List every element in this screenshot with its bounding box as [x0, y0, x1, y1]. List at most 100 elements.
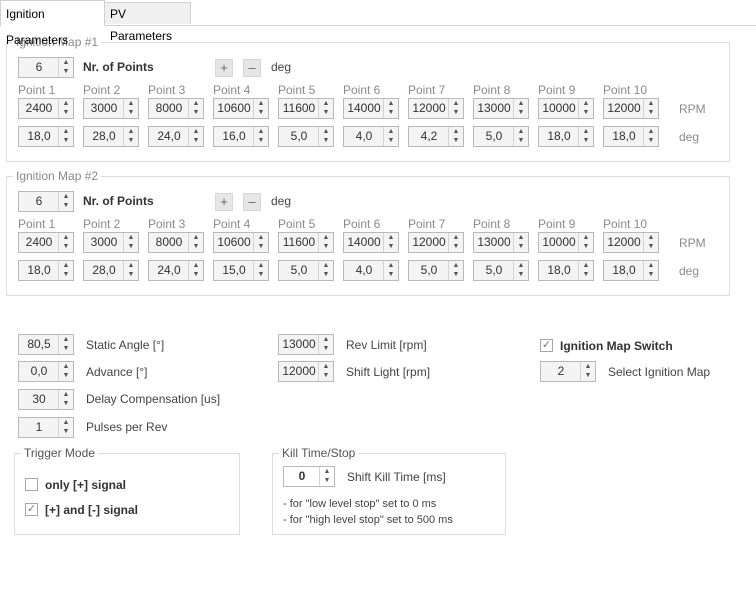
down-arrow-icon[interactable]: ▼: [319, 270, 333, 279]
map2-rpm-point-1-spinner[interactable]: 2400 ▲ ▼: [18, 232, 74, 253]
map1-deg-point-8-spinner[interactable]: 5,0 ▲ ▼: [473, 126, 529, 147]
ignition-map-switch-checkbox[interactable]: ✓: [540, 339, 553, 352]
down-arrow-icon[interactable]: ▼: [579, 270, 593, 279]
down-arrow-icon[interactable]: ▼: [449, 270, 463, 279]
map2-rpm-point-5-spinner[interactable]: 11600 ▲ ▼: [278, 232, 334, 253]
map1-deg-point-3-spinner[interactable]: 24,0 ▲ ▼: [148, 126, 204, 147]
map2-rpm-point-3-spinner-arrows[interactable]: ▲ ▼: [188, 233, 203, 252]
down-arrow-icon[interactable]: ▼: [59, 201, 73, 210]
down-arrow-icon[interactable]: ▼: [514, 108, 528, 117]
up-arrow-icon[interactable]: ▲: [124, 99, 138, 108]
up-arrow-icon[interactable]: ▲: [59, 58, 73, 67]
map1-deg-point-10-spinner-arrows[interactable]: ▲ ▼: [643, 127, 658, 146]
map2-rpm-point-8-spinner[interactable]: 13000 ▲ ▼: [473, 232, 529, 253]
map1-rpm-point-4-spinner-arrows[interactable]: ▲ ▼: [253, 99, 268, 118]
down-arrow-icon[interactable]: ▼: [644, 270, 658, 279]
map2-remove-point-button[interactable]: –: [243, 193, 261, 211]
static-angle-arrows[interactable]: ▲ ▼: [58, 335, 73, 354]
map1-deg-point-1-spinner-arrows[interactable]: ▲ ▼: [58, 127, 73, 146]
up-arrow-icon[interactable]: ▲: [514, 261, 528, 270]
up-arrow-icon[interactable]: ▲: [59, 390, 73, 399]
map1-deg-point-8-spinner-arrows[interactable]: ▲ ▼: [513, 127, 528, 146]
up-arrow-icon[interactable]: ▲: [449, 261, 463, 270]
down-arrow-icon[interactable]: ▼: [384, 136, 398, 145]
down-arrow-icon[interactable]: ▼: [449, 136, 463, 145]
up-arrow-icon[interactable]: ▲: [384, 99, 398, 108]
advance-arrows[interactable]: ▲ ▼: [58, 362, 73, 381]
map1-rpm-point-8-spinner[interactable]: 13000 ▲ ▼: [473, 98, 529, 119]
map1-remove-point-button[interactable]: –: [243, 59, 261, 77]
down-arrow-icon[interactable]: ▼: [254, 242, 268, 251]
map1-rpm-point-9-spinner-arrows[interactable]: ▲ ▼: [578, 99, 593, 118]
down-arrow-icon[interactable]: ▼: [124, 242, 138, 251]
up-arrow-icon[interactable]: ▲: [59, 127, 73, 136]
map2-deg-point-8-spinner[interactable]: 5,0 ▲ ▼: [473, 260, 529, 281]
static-angle-spinner[interactable]: 80,5 ▲ ▼: [18, 334, 74, 355]
map2-rpm-point-7-spinner-arrows[interactable]: ▲ ▼: [448, 233, 463, 252]
down-arrow-icon[interactable]: ▼: [59, 136, 73, 145]
map2-nr-of-points-spinner-arrows[interactable]: ▲ ▼: [58, 192, 73, 211]
map2-deg-point-6-spinner-arrows[interactable]: ▲ ▼: [383, 261, 398, 280]
down-arrow-icon[interactable]: ▼: [514, 136, 528, 145]
map1-deg-point-2-spinner[interactable]: 28,0 ▲ ▼: [83, 126, 139, 147]
map2-deg-point-3-spinner-arrows[interactable]: ▲ ▼: [188, 261, 203, 280]
up-arrow-icon[interactable]: ▲: [124, 233, 138, 242]
up-arrow-icon[interactable]: ▲: [384, 233, 398, 242]
map2-deg-point-2-spinner[interactable]: 28,0 ▲ ▼: [83, 260, 139, 281]
down-arrow-icon[interactable]: ▼: [59, 399, 73, 408]
map2-rpm-point-8-spinner-arrows[interactable]: ▲ ▼: [513, 233, 528, 252]
up-arrow-icon[interactable]: ▲: [59, 335, 73, 344]
down-arrow-icon[interactable]: ▼: [59, 371, 73, 380]
map1-deg-point-3-spinner-arrows[interactable]: ▲ ▼: [188, 127, 203, 146]
down-arrow-icon[interactable]: ▼: [59, 242, 73, 251]
up-arrow-icon[interactable]: ▲: [319, 362, 333, 371]
map2-rpm-point-6-spinner-arrows[interactable]: ▲ ▼: [383, 233, 398, 252]
shift-kill-time-spinner[interactable]: 0 ▲ ▼: [283, 466, 335, 487]
up-arrow-icon[interactable]: ▲: [579, 261, 593, 270]
map1-rpm-point-9-spinner[interactable]: 10000 ▲ ▼: [538, 98, 594, 119]
up-arrow-icon[interactable]: ▲: [59, 261, 73, 270]
map1-nr-of-points-spinner[interactable]: 6 ▲ ▼: [18, 57, 74, 78]
map1-rpm-point-10-spinner-arrows[interactable]: ▲ ▼: [643, 99, 658, 118]
pulses-per-rev-arrows[interactable]: ▲ ▼: [58, 418, 73, 437]
select-ignition-map-arrows[interactable]: ▲ ▼: [580, 362, 595, 381]
map2-rpm-point-5-spinner-arrows[interactable]: ▲ ▼: [318, 233, 333, 252]
down-arrow-icon[interactable]: ▼: [189, 136, 203, 145]
down-arrow-icon[interactable]: ▼: [254, 108, 268, 117]
map1-add-point-button[interactable]: +: [215, 59, 233, 77]
up-arrow-icon[interactable]: ▲: [514, 99, 528, 108]
down-arrow-icon[interactable]: ▼: [124, 136, 138, 145]
rev-limit-arrows[interactable]: ▲ ▼: [318, 335, 333, 354]
up-arrow-icon[interactable]: ▲: [449, 233, 463, 242]
map2-deg-point-2-spinner-arrows[interactable]: ▲ ▼: [123, 261, 138, 280]
up-arrow-icon[interactable]: ▲: [189, 261, 203, 270]
down-arrow-icon[interactable]: ▼: [319, 344, 333, 353]
map1-rpm-point-5-spinner-arrows[interactable]: ▲ ▼: [318, 99, 333, 118]
shift-kill-time-arrows[interactable]: ▲ ▼: [319, 467, 334, 486]
shift-light-arrows[interactable]: ▲ ▼: [318, 362, 333, 381]
down-arrow-icon[interactable]: ▼: [189, 108, 203, 117]
up-arrow-icon[interactable]: ▲: [189, 99, 203, 108]
down-arrow-icon[interactable]: ▼: [579, 242, 593, 251]
map1-deg-point-6-spinner-arrows[interactable]: ▲ ▼: [383, 127, 398, 146]
down-arrow-icon[interactable]: ▼: [59, 427, 73, 436]
down-arrow-icon[interactable]: ▼: [384, 242, 398, 251]
map2-deg-point-9-spinner[interactable]: 18,0 ▲ ▼: [538, 260, 594, 281]
down-arrow-icon[interactable]: ▼: [579, 136, 593, 145]
map2-deg-point-4-spinner-arrows[interactable]: ▲ ▼: [253, 261, 268, 280]
up-arrow-icon[interactable]: ▲: [59, 192, 73, 201]
down-arrow-icon[interactable]: ▼: [644, 242, 658, 251]
up-arrow-icon[interactable]: ▲: [644, 233, 658, 242]
down-arrow-icon[interactable]: ▼: [319, 371, 333, 380]
map2-rpm-point-4-spinner-arrows[interactable]: ▲ ▼: [253, 233, 268, 252]
map1-rpm-point-2-spinner[interactable]: 3000 ▲ ▼: [83, 98, 139, 119]
map1-deg-point-9-spinner[interactable]: 18,0 ▲ ▼: [538, 126, 594, 147]
map2-deg-point-1-spinner-arrows[interactable]: ▲ ▼: [58, 261, 73, 280]
down-arrow-icon[interactable]: ▼: [579, 108, 593, 117]
up-arrow-icon[interactable]: ▲: [319, 233, 333, 242]
map1-rpm-point-10-spinner[interactable]: 12000 ▲ ▼: [603, 98, 659, 119]
map2-deg-point-10-spinner-arrows[interactable]: ▲ ▼: [643, 261, 658, 280]
up-arrow-icon[interactable]: ▲: [384, 261, 398, 270]
map1-deg-point-6-spinner[interactable]: 4,0 ▲ ▼: [343, 126, 399, 147]
up-arrow-icon[interactable]: ▲: [254, 261, 268, 270]
